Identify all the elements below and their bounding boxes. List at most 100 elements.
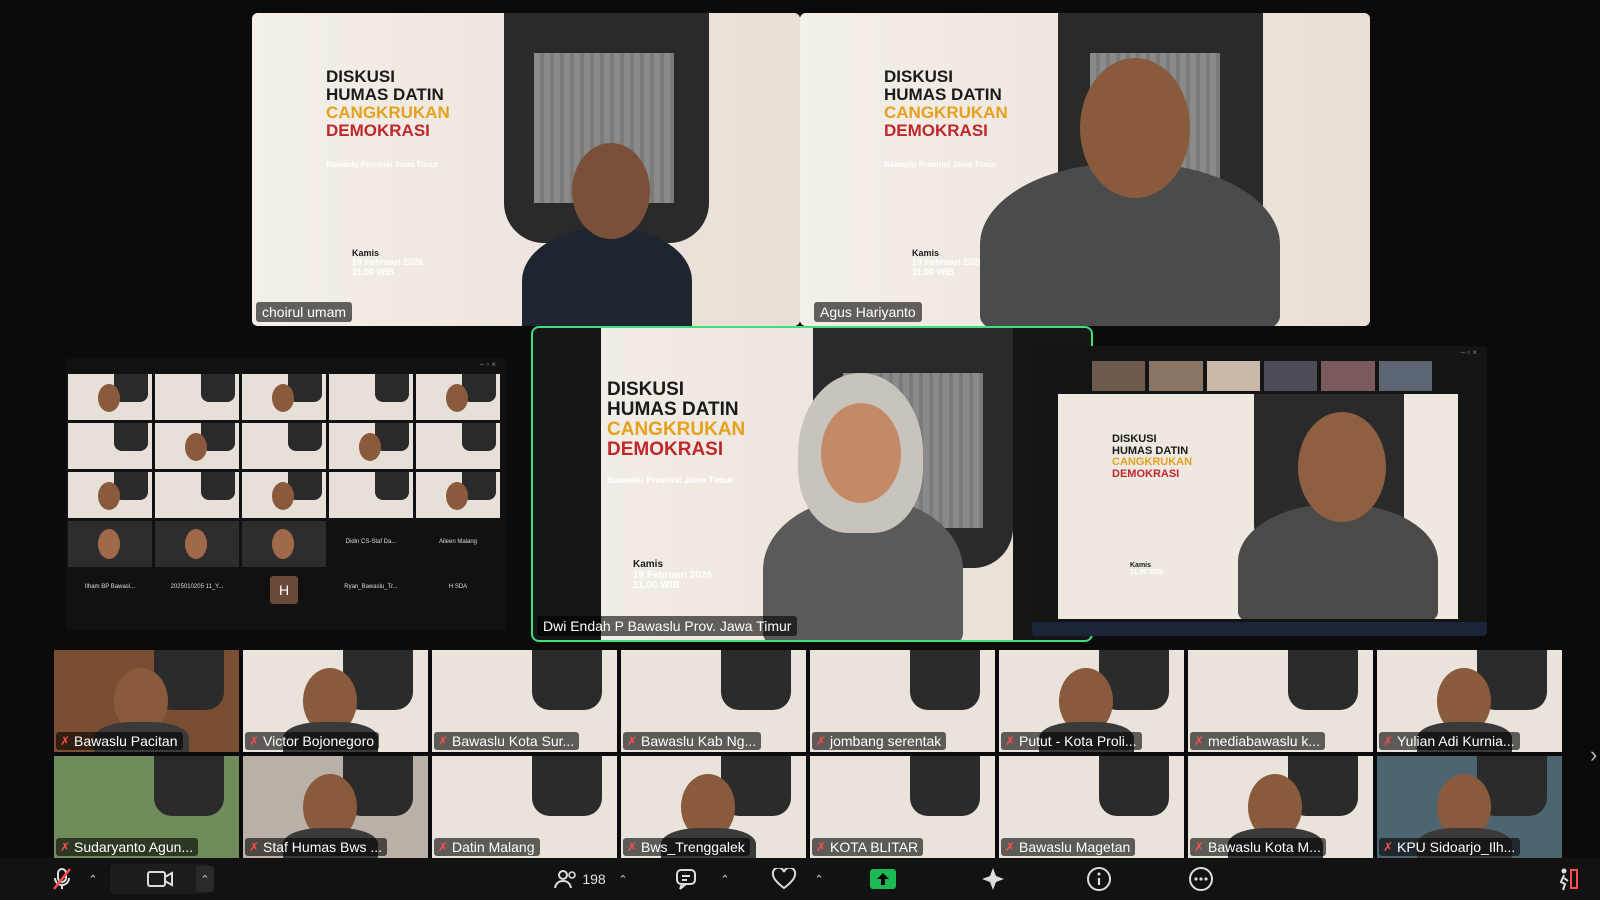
participant-name-label: ✗ Bws_Trenggalek (623, 838, 750, 856)
participant-name-label: ✗ Putut - Kota Proli... (1001, 732, 1142, 750)
mini-participant-name: Aileen Malang (438, 539, 478, 545)
mini-video-tile: Ilham BP Bawasl... (68, 570, 152, 616)
chat-options-caret[interactable]: ⌃ (718, 858, 732, 900)
participant-count: 198 (582, 871, 606, 887)
video-tile-active-speaker[interactable]: DISKUSI HUMAS DATIN CANGKRUKAN DEMOKRASI… (531, 326, 1093, 642)
video-tile-top-left[interactable]: DISKUSI HUMAS DATIN CANGKRUKAN DEMOKRASI… (252, 13, 800, 326)
mic-muted-icon: ✗ (1383, 734, 1394, 748)
participant-name-label: ✗ KPU Sidoarjo_Ilh... (1379, 838, 1521, 856)
mic-muted-icon: ✗ (1194, 840, 1205, 854)
mini-video-tile (416, 374, 500, 420)
mini-video-tile (68, 472, 152, 518)
mini-video-tile (155, 521, 239, 567)
participants-button[interactable]: 198 (550, 858, 610, 900)
participant-name-label: ✗ Bawaslu Kota Sur... (434, 732, 580, 750)
mic-muted-icon: ✗ (60, 734, 71, 748)
more-options-icon (1189, 867, 1213, 891)
mini-video-tile (329, 472, 413, 518)
participant-gallery: ✗ Bawaslu Pacitan ✗ Victor Bojonegoro ✗ Bawas… (54, 650, 1568, 860)
gallery-tile[interactable]: ✗ Sudaryanto Agun... (54, 756, 239, 858)
avatar: H (270, 576, 298, 604)
leave-button[interactable] (1552, 858, 1582, 900)
mini-participant-name: Didin CS-Staf Da... (345, 539, 397, 545)
slide-title: DISKUSI HUMAS DATIN CANGKRUKAN DEMOKRASI (326, 67, 450, 140)
participant-name-label: ✗ jombang serentak (812, 732, 947, 750)
gallery-tile[interactable]: ✗ Putut - Kota Proli... (999, 650, 1184, 752)
gallery-tile[interactable]: ✗ Datin Malang (432, 756, 617, 858)
gallery-tile[interactable]: ✗ Bawaslu Pacitan (54, 650, 239, 752)
slide-title: DISKUSI HUMAS DATIN CANGKRUKAN DEMOKRASI (884, 67, 1008, 140)
mini-video-tile (68, 374, 152, 420)
mic-muted-icon: ✗ (627, 840, 638, 854)
gallery-tile[interactable]: ✗ KPU Sidoarjo_Ilh... (1377, 756, 1562, 858)
gallery-tile[interactable]: ✗ Yulian Adi Kurnia... (1377, 650, 1562, 752)
gallery-tile[interactable]: ✗ Bawaslu Magetan (999, 756, 1184, 858)
slide-title: DISKUSI HUMAS DATIN CANGKRUKAN DEMOKRASI (607, 379, 746, 460)
mic-muted-icon: ✗ (1194, 734, 1205, 748)
mini-video-tile (155, 472, 239, 518)
mini-video-tile: Didin CS-Staf Da... (329, 521, 413, 567)
participant-name-label: ✗ Bawaslu Kab Ng... (623, 732, 762, 750)
mini-video-tile (329, 423, 413, 469)
shared-screen-gallery-view[interactable]: – ▫ × Didin CS-Staf Da... Aileen Malang Il… (66, 358, 506, 630)
participant-name-label: ✗ Sudaryanto Agun... (56, 838, 199, 856)
gallery-tile[interactable]: ✗ Staf Humas Bws ... (243, 756, 428, 858)
mini-video-tile (155, 374, 239, 420)
gallery-tile[interactable]: ✗ Victor Bojonegoro (243, 650, 428, 752)
mini-video-tile: 2025010205 11_Y... (155, 570, 239, 616)
sparkle-icon (982, 868, 1004, 890)
mini-participant-name: Ilham BP Bawasl... (84, 584, 136, 590)
meeting-info-button[interactable] (1084, 858, 1114, 900)
gallery-tile[interactable]: ✗ mediabawaslu k... (1188, 650, 1373, 752)
share-screen-icon (870, 869, 896, 889)
chat-icon (676, 869, 696, 890)
participant-name-label: ✗ Victor Bojonegoro (245, 732, 380, 750)
mini-video-tile (242, 423, 326, 469)
gallery-tile[interactable]: ✗ Bawaslu Kota Sur... (432, 650, 617, 752)
participant-name-label: Dwi Endah P Bawaslu Prov. Jawa Timur (537, 616, 798, 636)
mic-muted-icon: ✗ (60, 840, 71, 854)
camera-options-caret[interactable]: ⌃ (196, 866, 214, 892)
mic-muted-icon: ✗ (816, 840, 827, 854)
shared-screen-speaker-view[interactable]: – ▫ × DISKUSI HUMAS DATIN CANGKRUKAN DEM… (1032, 346, 1487, 636)
mic-options-caret[interactable]: ⌃ (86, 858, 100, 900)
participant-name-label: Agus Hariyanto (814, 302, 922, 322)
chat-button[interactable] (672, 858, 704, 900)
camera-button[interactable] (110, 864, 210, 894)
gallery-tile[interactable]: ✗ Bws_Trenggalek (621, 756, 806, 858)
mini-video-tile (416, 423, 500, 469)
microphone-button[interactable] (44, 858, 80, 900)
mic-muted-icon: ✗ (1383, 840, 1394, 854)
participant-name-label: ✗ Yulian Adi Kurnia... (1379, 732, 1520, 750)
participants-icon (554, 870, 577, 889)
more-button[interactable] (1186, 858, 1216, 900)
reactions-options-caret[interactable]: ⌃ (812, 858, 826, 900)
video-tile-top-right[interactable]: DISKUSI HUMAS DATIN CANGKRUKAN DEMOKRASI… (800, 13, 1370, 326)
mini-video-tile (68, 423, 152, 469)
mini-video-tile (416, 472, 500, 518)
mini-video-tile (242, 521, 326, 567)
gallery-tile[interactable]: ✗ KOTA BLITAR (810, 756, 995, 858)
share-screen-button[interactable] (868, 858, 898, 900)
info-icon (1087, 867, 1111, 891)
gallery-tile[interactable]: ✗ Bawaslu Kab Ng... (621, 650, 806, 752)
mic-muted-icon: ✗ (438, 734, 449, 748)
reactions-button[interactable] (768, 858, 800, 900)
gallery-tile[interactable]: ✗ jombang serentak (810, 650, 995, 752)
leave-icon (1559, 868, 1578, 891)
next-page-arrow[interactable]: › (1590, 740, 1600, 770)
gallery-tile[interactable]: ✗ Bawaslu Kota M... (1188, 756, 1373, 858)
mini-video-tile (68, 521, 152, 567)
participant-name-label: ✗ Bawaslu Pacitan (56, 732, 183, 750)
ai-companion-button[interactable] (978, 858, 1008, 900)
mini-participant-name: Ryan_Bawaslu_Tr... (344, 584, 398, 590)
mic-muted-icon: ✗ (438, 840, 449, 854)
participants-options-caret[interactable]: ⌃ (616, 858, 630, 900)
mic-muted-icon: ✗ (249, 840, 260, 854)
participant-name-label: ✗ Bawaslu Kota M... (1190, 838, 1326, 856)
mic-muted-icon: ✗ (816, 734, 827, 748)
mic-off-icon (53, 868, 71, 890)
participant-video (522, 228, 692, 326)
mic-muted-icon: ✗ (249, 734, 260, 748)
mic-muted-icon: ✗ (1005, 734, 1016, 748)
